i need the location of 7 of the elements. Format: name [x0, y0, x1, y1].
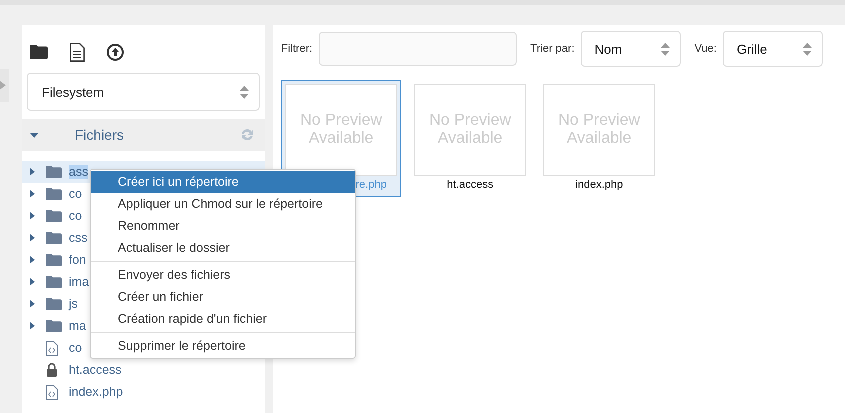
view-label: Vue:: [694, 43, 717, 55]
file-name: ht.access: [446, 178, 495, 193]
tree-header-label: Fichiers: [75, 127, 126, 143]
sort-label: Trier par:: [530, 43, 575, 55]
filter-label: Filtrer:: [281, 43, 313, 55]
file-name: re.php: [354, 178, 388, 193]
file-name: index.php: [574, 178, 624, 193]
